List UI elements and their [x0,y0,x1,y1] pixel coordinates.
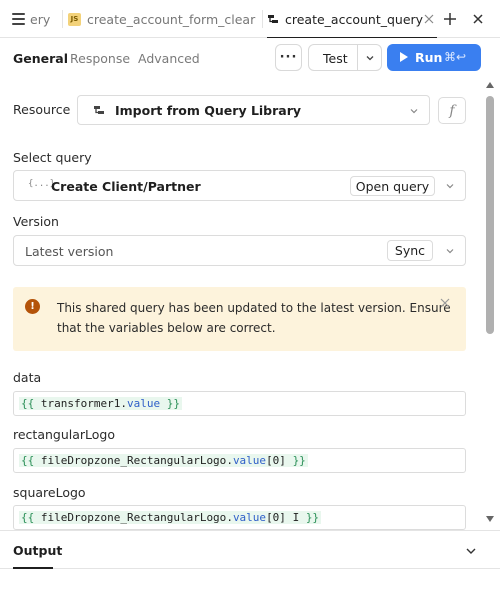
variable-square-logo-input[interactable]: {{ fileDropzone_RectangularLogo.value[0]… [13,505,466,530]
select-query-label: Select query [13,150,92,165]
code-property: value [232,511,267,524]
output-panel: Output [0,530,500,590]
code-property: value [126,397,161,410]
code-identifier: fileDropzone_RectangularLogo [40,454,227,467]
tab-previous-query[interactable]: ery [30,0,58,38]
version-label: Version [13,214,59,229]
code-identifier: transformer1 [40,397,121,410]
scroll-up-arrow-icon[interactable] [486,82,494,88]
tab-bar: ery JS create_account_form_clear create_… [0,0,500,38]
code-dot: . [226,454,233,467]
query-config-panel[interactable]: Resource Import from Query Library f Sel… [0,78,500,530]
variable-label: squareLogo [13,485,86,500]
sync-button[interactable]: Sync [387,240,433,261]
code-index: [0] [266,511,286,524]
tab-create-account-query[interactable]: create_account_query [267,0,437,38]
test-label: Test [323,51,348,66]
close-braces: }} [292,454,306,467]
more-options-button[interactable]: ··· [275,44,302,71]
chevron-down-icon[interactable] [364,52,376,64]
tab-label: create_account_query [285,11,424,27]
play-icon [400,52,408,62]
alert-message: This shared query has been updated to th… [57,301,451,335]
chevron-down-icon[interactable] [465,545,477,557]
select-query-value: Create Client/Partner [51,179,201,194]
open-braces: {{ [21,511,35,524]
output-active-underline [13,567,53,569]
resource-select[interactable]: Import from Query Library [77,95,430,125]
scroll-down-arrow-icon[interactable] [486,516,494,522]
dismiss-alert-icon[interactable] [440,298,450,308]
tab-divider [62,10,63,28]
shared-query-update-alert: ! This shared query has been updated to … [13,287,466,351]
query-library-icon [94,106,104,114]
variable-label: rectangularLogo [13,427,116,442]
open-braces: {{ [21,454,35,467]
variable-data-input[interactable]: {{ transformer1.value }} [13,391,466,416]
select-query-select[interactable]: {...} Create Client/Partner Open query [13,170,466,201]
menu-icon[interactable] [12,13,25,25]
close-braces: }} [166,397,180,410]
scrollbar-thumb[interactable] [486,96,494,334]
tab-create-account-form-clear[interactable]: JS create_account_form_clear [68,0,258,38]
tab-label: ery [30,11,51,27]
run-label: Run [415,50,443,65]
chevron-down-icon [446,249,454,254]
chevron-down-icon [446,184,454,189]
tab-advanced[interactable]: Advanced [138,51,200,66]
version-select[interactable]: Latest version Sync [13,235,466,266]
chevron-down-icon [410,109,418,114]
code-identifier: fileDropzone_RectangularLogo [40,511,227,524]
open-braces: {{ [21,397,35,410]
variable-label: data [13,370,42,385]
tab-divider [262,10,263,28]
close-tab-icon[interactable] [421,11,437,27]
query-library-icon [268,14,278,23]
resource-label: Resource [13,102,71,117]
resource-value: Import from Query Library [115,103,302,118]
output-title[interactable]: Output [13,543,62,558]
warning-icon: ! [25,299,40,314]
close-panel-icon[interactable] [470,11,486,27]
run-shortcut: ⌘↩ [444,50,467,64]
query-editor-header: General Response Advanced ··· Test Run ⌘… [0,38,500,78]
version-value: Latest version [25,244,114,259]
divider [357,45,358,70]
fx-toggle-button[interactable]: f [438,97,466,124]
text-cursor: I [292,511,300,524]
tab-general[interactable]: General [13,51,68,66]
run-button[interactable]: Run ⌘↩ [387,44,481,71]
code-expression: {{ fileDropzone_RectangularLogo.value[0]… [19,511,322,524]
divider [0,568,500,569]
code-expression: {{ fileDropzone_RectangularLogo.value[0]… [19,454,308,467]
code-property: value [232,454,267,467]
code-index: [0] [266,454,286,467]
test-button[interactable]: Test [308,44,382,71]
open-query-button[interactable]: Open query [350,176,435,196]
code-expression: {{ transformer1.value }} [19,397,182,410]
variable-rectangular-logo-input[interactable]: {{ fileDropzone_RectangularLogo.value[0]… [13,448,466,473]
close-braces: }} [305,511,320,524]
code-dot: . [226,511,233,524]
tab-response[interactable]: Response [70,51,130,66]
code-dot: . [120,397,127,410]
js-icon: JS [68,12,81,26]
new-tab-plus-icon[interactable] [441,10,459,28]
tab-label: create_account_form_clear [87,11,256,27]
